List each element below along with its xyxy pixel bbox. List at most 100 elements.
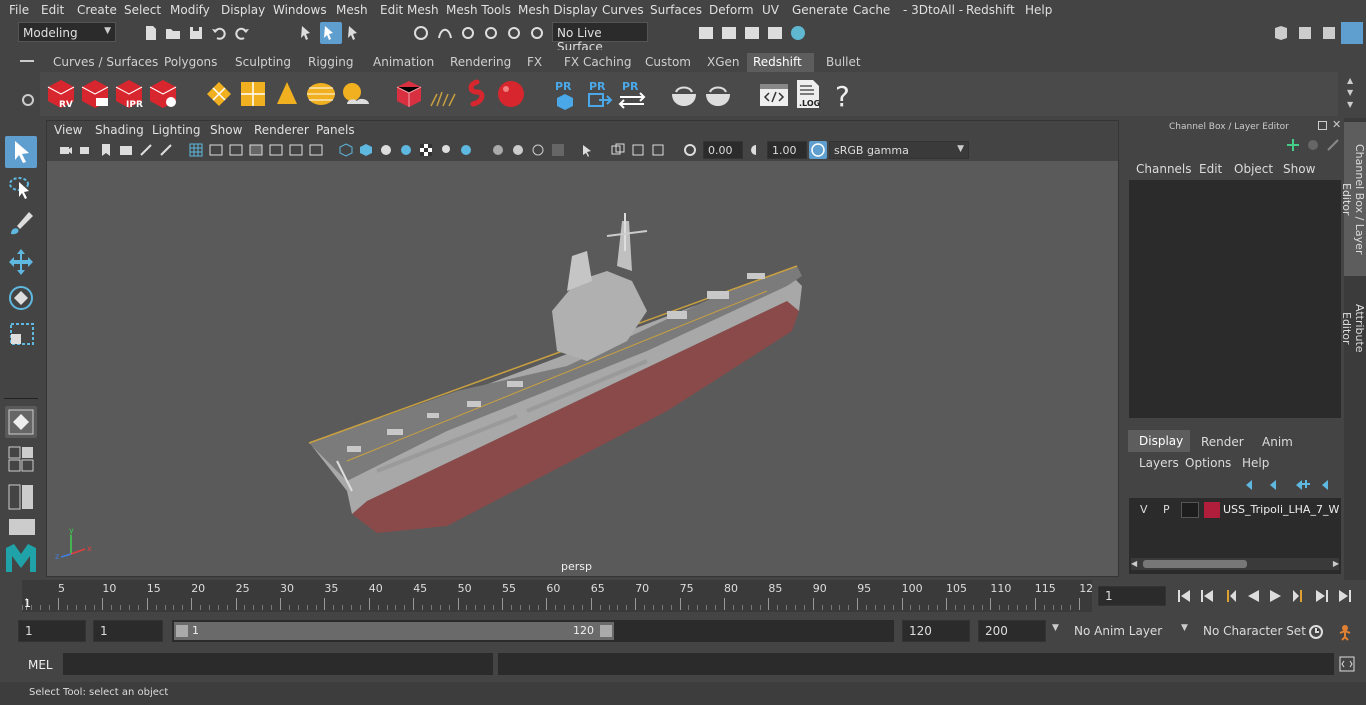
menu-curves[interactable]: Curves: [602, 3, 644, 17]
mode-dropdown[interactable]: Modeling ▼: [18, 22, 116, 42]
viewport-3d-scene[interactable]: y z x persp: [47, 161, 1118, 576]
render-frame-icon[interactable]: [697, 24, 715, 42]
mesh-bake-icon[interactable]: [668, 78, 700, 110]
snap-curve-icon[interactable]: [436, 24, 454, 42]
view-transform-dropdown[interactable]: sRGB gamma ▼: [829, 141, 969, 159]
camera-attributes-icon[interactable]: [79, 143, 93, 157]
current-frame-field[interactable]: 1: [1098, 586, 1166, 606]
use-all-lights-icon[interactable]: [439, 143, 453, 157]
sun-sky-icon[interactable]: [339, 78, 371, 110]
scale-tool-button[interactable]: [5, 318, 37, 350]
tab-custom[interactable]: Custom: [639, 53, 697, 72]
hair-strands-icon[interactable]: [427, 78, 459, 110]
save-scene-icon[interactable]: [187, 24, 205, 42]
menu-generate[interactable]: Generate: [792, 3, 848, 17]
safe-action-icon[interactable]: [289, 143, 303, 157]
new-scene-icon[interactable]: [142, 24, 160, 42]
field-chart-icon[interactable]: [269, 143, 283, 157]
wireframe-icon[interactable]: [339, 143, 353, 157]
tab-polygons[interactable]: Polygons: [158, 53, 223, 72]
bookmark-icon[interactable]: [99, 143, 113, 157]
range-slider[interactable]: 1 120: [172, 620, 894, 642]
pr-swap-icon[interactable]: PR: [616, 78, 648, 110]
move-tool-button[interactable]: [5, 246, 37, 278]
motion-blur-icon[interactable]: [511, 143, 525, 157]
render-settings-icon[interactable]: [766, 24, 784, 42]
film-gate-icon[interactable]: [209, 143, 223, 157]
redshift-render-settings-icon[interactable]: [147, 78, 179, 110]
viewport-menu-view[interactable]: View: [54, 123, 82, 137]
viewport-menu-show[interactable]: Show: [210, 123, 242, 137]
ies-light-icon[interactable]: [271, 78, 303, 110]
live-surface-field[interactable]: No Live Surface: [552, 22, 648, 54]
redshift-material-sphere-icon[interactable]: [495, 78, 527, 110]
mesh-bake-settings-icon[interactable]: [702, 78, 734, 110]
screen-space-ao-icon[interactable]: [491, 143, 505, 157]
tab-bullet[interactable]: Bullet: [820, 53, 867, 72]
layer-color-swatch[interactable]: [1204, 502, 1220, 518]
playback-end-field[interactable]: 120: [902, 620, 970, 642]
menu-file[interactable]: File: [9, 3, 29, 17]
tab-display[interactable]: Display: [1128, 430, 1190, 452]
go-to-start-icon[interactable]: [1176, 588, 1192, 604]
rotate-tool-button[interactable]: [5, 282, 37, 314]
menu-mesh[interactable]: Mesh: [336, 3, 368, 17]
menu-create[interactable]: Create: [77, 3, 117, 17]
wireframe-on-shaded-icon[interactable]: [399, 143, 413, 157]
menu-3dtoall[interactable]: - 3DtoAll -: [903, 3, 963, 17]
layer-visibility-toggle[interactable]: V: [1140, 503, 1148, 516]
menu-windows[interactable]: Windows: [273, 3, 327, 17]
proxy-export-icon[interactable]: [393, 78, 425, 110]
exposure-icon[interactable]: [683, 143, 697, 157]
pr-export-icon[interactable]: PR: [583, 78, 615, 110]
range-end-handle[interactable]: [600, 625, 612, 637]
tab-xgen[interactable]: XGen: [701, 53, 746, 72]
chevron-down-icon[interactable]: ▼: [1052, 623, 1059, 633]
menu-modify[interactable]: Modify: [170, 3, 210, 17]
shelf-scroll-arrows[interactable]: ▲ ▼ ▼: [1344, 72, 1360, 116]
viewport-menu-shading[interactable]: Shading: [95, 123, 144, 137]
menu-surfaces[interactable]: Surfaces: [650, 3, 702, 17]
dome-light-icon[interactable]: [305, 78, 337, 110]
script-language-label[interactable]: MEL: [28, 658, 53, 672]
menu-edit[interactable]: Edit: [41, 3, 64, 17]
pr-cube-icon[interactable]: PR: [549, 78, 581, 110]
menu-redshift[interactable]: Redshift: [966, 3, 1015, 17]
tab-sculpting[interactable]: Sculpting: [229, 53, 297, 72]
shelf-menu-icon[interactable]: [20, 60, 34, 62]
snap-surface-icon[interactable]: [505, 24, 523, 42]
tab-animation[interactable]: Animation: [367, 53, 440, 72]
float-panel-icon[interactable]: [1318, 121, 1327, 130]
smooth-shade-icon[interactable]: [359, 143, 373, 157]
modeling-toolkit-icon[interactable]: [1296, 24, 1314, 42]
channels-edit-menu[interactable]: Edit: [1199, 162, 1222, 176]
gamma-icon[interactable]: [749, 143, 763, 157]
close-icon[interactable]: ✕: [1332, 118, 1341, 131]
tab-rendering[interactable]: Rendering: [444, 53, 517, 72]
depth-of-field-icon[interactable]: [551, 143, 565, 157]
chevron-down-icon[interactable]: ▼: [1181, 623, 1188, 633]
menu-deform[interactable]: Deform: [709, 3, 754, 17]
channels-object-menu[interactable]: Object: [1234, 162, 1273, 176]
layer-name[interactable]: USS_Tripoli_LHA_7_Wit: [1223, 503, 1339, 516]
tab-fx[interactable]: FX: [521, 53, 548, 72]
menu-select[interactable]: Select: [124, 3, 161, 17]
go-to-end-icon[interactable]: [1337, 588, 1353, 604]
anim-layer-dropdown[interactable]: No Anim Layer: [1074, 624, 1162, 638]
xray-components-icon[interactable]: [651, 143, 665, 157]
layer-scrollbar[interactable]: ◀ ▶: [1131, 558, 1339, 570]
timeline-ruler[interactable]: 5 10 15 20 25 30 35 40 45 50 55 60 65 70 75 80 85 90 95 100…: [22, 580, 1093, 612]
render-sequence-icon[interactable]: [720, 24, 738, 42]
render-log-icon[interactable]: .LOG: [792, 78, 824, 110]
hypershade-icon[interactable]: [789, 24, 807, 42]
layout-split-button[interactable]: [8, 484, 36, 512]
camera-select-icon[interactable]: [59, 143, 73, 157]
menu-edit-mesh[interactable]: Edit Mesh: [380, 3, 439, 17]
side-tab-channel-box[interactable]: Channel Box / Layer Editor: [1340, 122, 1366, 276]
menu-display[interactable]: Display: [221, 3, 265, 17]
channel-list[interactable]: [1129, 180, 1341, 418]
redo-icon[interactable]: [233, 24, 251, 42]
undo-icon[interactable]: [210, 24, 228, 42]
tab-redshift[interactable]: Redshift: [747, 53, 814, 72]
animation-preferences-icon[interactable]: [1336, 623, 1354, 641]
